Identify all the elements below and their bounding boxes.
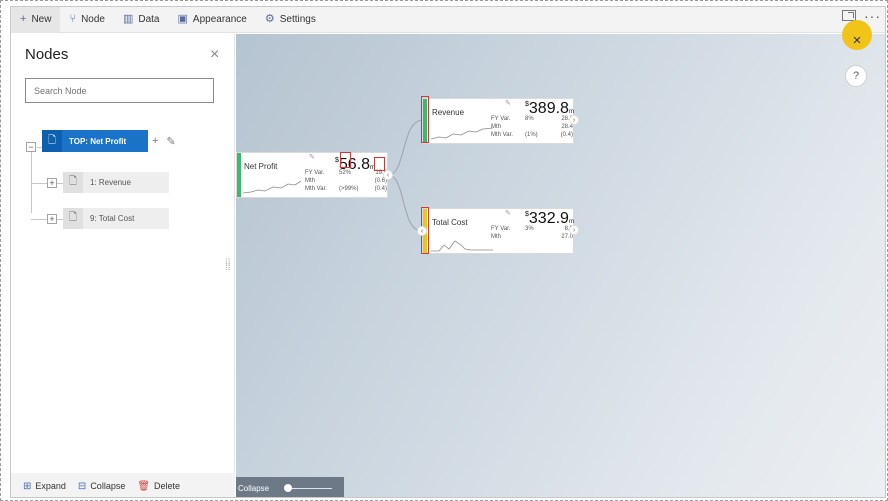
edit-icon[interactable]: ✎ [166, 135, 175, 148]
visual-header-actions: ··· [842, 9, 881, 23]
collapse-label: Collapse [90, 481, 126, 491]
data-button[interactable]: ▥ Data [114, 7, 169, 33]
expand-button[interactable]: ⊞ Expand [23, 481, 66, 492]
document-icon: 🗋 [63, 208, 83, 229]
collapse-chevron-icon[interactable]: ‹ [383, 170, 393, 180]
close-icon[interactable]: × [210, 46, 219, 64]
expand-label: Expand [35, 481, 66, 491]
sparkline [243, 180, 302, 194]
currency-symbol: $ [525, 211, 529, 218]
tree-connector [31, 149, 32, 213]
tree-node-label: 9: Total Cost [90, 214, 135, 223]
card-name: Revenue [432, 108, 465, 117]
search-input[interactable] [25, 78, 214, 103]
appearance-icon: ▣ [177, 13, 188, 25]
node-label: Node [81, 14, 105, 25]
close-icon[interactable]: × [842, 20, 872, 50]
node-button[interactable]: ⑂ Node [60, 7, 114, 33]
edit-icon[interactable]: ✎ [505, 99, 511, 107]
metric-row: Mth 27.0 [491, 234, 573, 240]
metric-row: Mth Var. (1%) (0.4) [491, 132, 573, 138]
tree-node-label: TOP: Net Profit [69, 136, 127, 146]
collapse-all-label[interactable]: Collapse [238, 484, 269, 493]
collapse-chevron-icon[interactable]: ‹ [417, 226, 427, 236]
tree-node-total-cost[interactable]: 🗋 9: Total Cost [63, 208, 169, 229]
zoom-slider-track[interactable] [288, 488, 332, 489]
appearance-button[interactable]: ▣ Appearance [169, 7, 256, 33]
collapse-toggle[interactable]: − [26, 142, 36, 152]
toolbar: + New ⑂ Node ▥ Data ▣ Appearance ⚙ Setti… [11, 7, 885, 33]
collapse-icon: ⊟ [77, 480, 87, 492]
metric-row: Mth (0.6) [305, 178, 387, 184]
edit-icon[interactable]: ✎ [505, 209, 511, 217]
sparkline [431, 240, 493, 252]
edit-icon[interactable]: ✎ [309, 153, 315, 161]
zoom-bar: Collapse [236, 477, 344, 497]
sparkline [431, 127, 494, 140]
node-card-revenue[interactable]: Revenue ✎ $389.8m FY Var. 8% 28.3 Mth 28.4 … [422, 98, 574, 144]
tree-node-revenue[interactable]: 🗋 1: Revenue [63, 172, 169, 193]
tree-node-label: 1: Revenue [90, 178, 131, 187]
tree-node-net-profit[interactable]: 🗋 TOP: Net Profit [42, 130, 148, 152]
node-card-total-cost[interactable]: Total Cost ✎ $332.9m FY Var.3%8.9 Mth27.… [422, 208, 574, 254]
highlight-box [374, 157, 385, 171]
metric-row: FY Var.3%8.9 [491, 226, 573, 232]
add-child-icon[interactable]: + [152, 135, 158, 148]
expand-toggle[interactable]: + [47, 214, 57, 224]
delete-label: Delete [154, 481, 181, 491]
currency-symbol: $ [335, 157, 339, 164]
node-actions: + ✎ [152, 135, 176, 148]
status-bar [237, 153, 241, 197]
panel-title: Nodes [25, 46, 69, 63]
highlight-box [340, 152, 351, 168]
document-icon: 🗋 [63, 172, 83, 193]
metric-row: Mth Var. (>99%) (0.4) [305, 186, 387, 192]
value-text: 389.8 [528, 100, 569, 117]
delete-button[interactable]: 🗑 Delete [137, 481, 180, 492]
appearance-label: Appearance [192, 14, 247, 25]
metric-row: Mth 28.4 [491, 124, 573, 130]
panel-footer: ⊞ Expand ⊟ Collapse 🗑 Delete [11, 473, 235, 497]
expand-chevron-icon[interactable]: › [569, 115, 579, 125]
visual-container: + New ⑂ Node ▥ Data ▣ Appearance ⚙ Setti… [10, 6, 886, 498]
expand-icon: ⊞ [23, 480, 32, 492]
new-button[interactable]: + New [11, 7, 61, 33]
card-name: Net Profit [244, 162, 278, 171]
highlight-box [421, 96, 429, 143]
trash-icon: 🗑 [137, 480, 151, 492]
value-text: 332.9 [528, 210, 569, 227]
settings-icon: ⚙ [264, 13, 275, 25]
node-card-net-profit[interactable]: Net Profit ✎ $56.8m FY Var. 52% 19.5 Mth (0… [236, 152, 388, 198]
data-icon: ▥ [122, 13, 134, 25]
expand-toggle[interactable]: + [47, 178, 57, 188]
collapse-button[interactable]: ⊟ Collapse [78, 481, 125, 492]
help-icon[interactable]: ? [845, 65, 867, 87]
plus-icon: + [20, 13, 27, 25]
zoom-slider-thumb[interactable] [284, 484, 292, 492]
data-label: Data [138, 14, 160, 25]
settings-button[interactable]: ⚙ Settings [256, 7, 325, 33]
node-icon: ⑂ [69, 13, 77, 25]
settings-label: Settings [279, 14, 316, 25]
more-options-icon[interactable]: ··· [864, 9, 881, 23]
document-icon: 🗋 [42, 130, 62, 152]
metric-row: FY Var. 8% 28.3 [491, 116, 573, 122]
new-label: New [31, 14, 52, 25]
resize-handle[interactable]: ⁞⁞ ⁞⁞ [225, 259, 233, 273]
tree-canvas[interactable]: Net Profit ✎ $56.8m FY Var. 52% 19.5 Mth (0… [236, 20, 885, 497]
nodes-panel: Nodes × − 🗋 TOP: Net Profit + ✎ + 🗋 1: R… [11, 34, 235, 497]
currency-symbol: $ [525, 101, 529, 108]
expand-chevron-icon[interactable]: › [569, 225, 579, 235]
card-name: Total Cost [432, 218, 468, 227]
